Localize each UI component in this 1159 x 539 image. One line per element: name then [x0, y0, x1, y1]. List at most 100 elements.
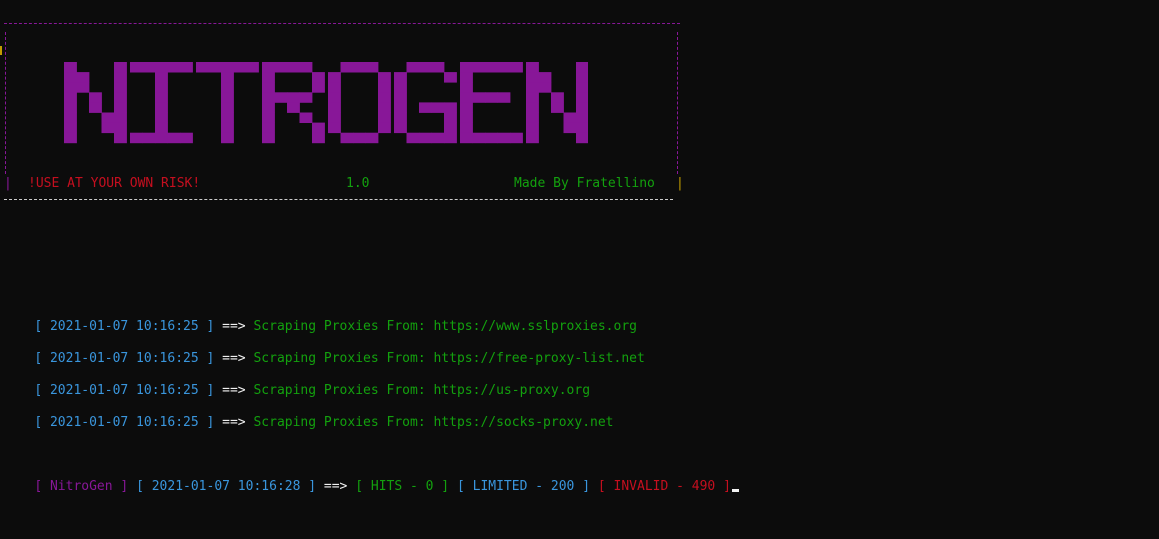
logo-pixel: [155, 112, 168, 123]
logo-pixel: [274, 92, 288, 103]
logo-pixel: [419, 132, 432, 144]
logo-pixel: [114, 72, 127, 83]
logo-pixel: [460, 102, 473, 113]
log-timestamp: [ 2021-01-07 10:16:25 ]: [34, 351, 215, 366]
log-message: Scraping Proxies From: https://www.sslpr…: [253, 319, 637, 334]
logo-pixel: [101, 112, 115, 123]
logo-pixel: [312, 132, 325, 144]
terminal-window[interactable]: | !USE AT YOUR OWN RISK! 1.0 Made By Fra…: [0, 0, 1159, 539]
log-arrow: ==>: [214, 351, 254, 366]
logo-pixel: [155, 62, 168, 73]
logo-pixel: [328, 92, 341, 103]
banner-right-border: [677, 32, 678, 174]
logo-pixel: [262, 102, 275, 113]
banner-top-border: [4, 23, 680, 24]
logo-pixel: [274, 62, 288, 73]
status-arrow: ==>: [316, 479, 356, 494]
logo-pixel: [180, 62, 193, 73]
banner-left-border: [5, 32, 6, 174]
logo-pixel: [460, 92, 473, 103]
logo-pixel: [472, 62, 486, 73]
logo-pixel: [460, 72, 473, 83]
logo-pixel: [485, 132, 498, 144]
logo-pixel: [312, 72, 325, 83]
log-line: [ 2021-01-07 10:16:25 ] ==> Scraping Pro…: [3, 399, 613, 430]
logo-pixel: [89, 92, 102, 103]
logo-pixel: [526, 82, 539, 93]
logo-pixel: [262, 82, 275, 93]
logo-pixel: [233, 62, 247, 73]
logo-pixel: [246, 62, 259, 73]
logo-pixel: [576, 102, 588, 113]
logo-pixel: [563, 122, 577, 134]
logo-pixel: [299, 112, 313, 123]
logo-pixel: [460, 132, 473, 144]
logo-pixel: [394, 102, 407, 113]
logo-pixel: [497, 132, 511, 144]
logo-pixel: [526, 122, 539, 134]
logo-pixel: [299, 92, 313, 103]
logo-pixel: [431, 132, 445, 144]
logo-pixel: [394, 112, 407, 123]
logo-pixel: [142, 62, 156, 73]
logo-pixel: [64, 82, 77, 93]
logo-pixel: [460, 122, 473, 134]
logo-pixel: [526, 132, 539, 144]
log-timestamp: [ 2021-01-07 10:16:25 ]: [34, 319, 215, 334]
logo-pixel: [114, 102, 127, 113]
logo-pixel: [419, 62, 432, 73]
invalid-counter: [ INVALID - 490 ]: [597, 479, 731, 494]
status-line: [ NitroGen ] [ 2021-01-07 10:16:28 ] ==>…: [3, 463, 739, 494]
log-arrow: ==>: [214, 415, 254, 430]
logo-pixel: [155, 132, 168, 144]
logo-pixel: [353, 132, 366, 144]
logo-pixel: [576, 92, 588, 103]
logo-pixel: [155, 102, 168, 113]
logo-pixel: [472, 92, 486, 103]
logo-pixel: [328, 112, 341, 123]
logo-pixel: [114, 122, 127, 134]
logo-pixel: [378, 82, 391, 93]
logo-pixel: [221, 82, 234, 93]
logo-pixel: [394, 72, 407, 83]
log-arrow: ==>: [214, 383, 254, 398]
logo-pixel: [340, 62, 354, 73]
banner-bar-left: |: [4, 176, 12, 191]
logo-pixel: [526, 102, 539, 113]
logo-pixel: [378, 122, 391, 134]
logo-pixel: [353, 62, 366, 73]
logo-pixel: [114, 112, 127, 123]
logo-pixel: [551, 102, 564, 113]
logo-pixel: [472, 132, 486, 144]
logo-pixel: [89, 102, 102, 113]
logo-pixel: [394, 92, 407, 103]
logo-pixel: [299, 62, 313, 73]
logo-pixel: [538, 82, 552, 93]
logo-pixel: [497, 62, 511, 73]
logo-pixel: [114, 62, 127, 73]
logo-pixel: [262, 132, 275, 144]
logo-pixel: [378, 72, 391, 83]
logo-pixel: [167, 132, 181, 144]
logo-pixel: [460, 82, 473, 93]
logo-pixel: [394, 82, 407, 93]
risk-warning: !USE AT YOUR OWN RISK!: [28, 176, 201, 191]
logo-pixel: [460, 112, 473, 123]
logo-pixel: [221, 92, 234, 103]
logo-pixel: [406, 62, 420, 73]
logo-pixel: [221, 102, 234, 113]
logo-pixel: [526, 112, 539, 123]
logo-pixel: [262, 72, 275, 83]
logo-pixel: [262, 92, 275, 103]
logo-pixel: [526, 72, 539, 83]
logo-pixel: [526, 62, 539, 73]
logo-pixel: [510, 132, 523, 144]
log-message: Scraping Proxies From: https://free-prox…: [253, 351, 645, 366]
logo-pixel: [167, 62, 181, 73]
logo-pixel: [64, 72, 77, 83]
logo-pixel: [328, 122, 341, 134]
logo-pixel: [378, 102, 391, 113]
logo-pixel: [114, 92, 127, 103]
logo-pixel: [142, 132, 156, 144]
logo-pixel: [497, 92, 511, 103]
